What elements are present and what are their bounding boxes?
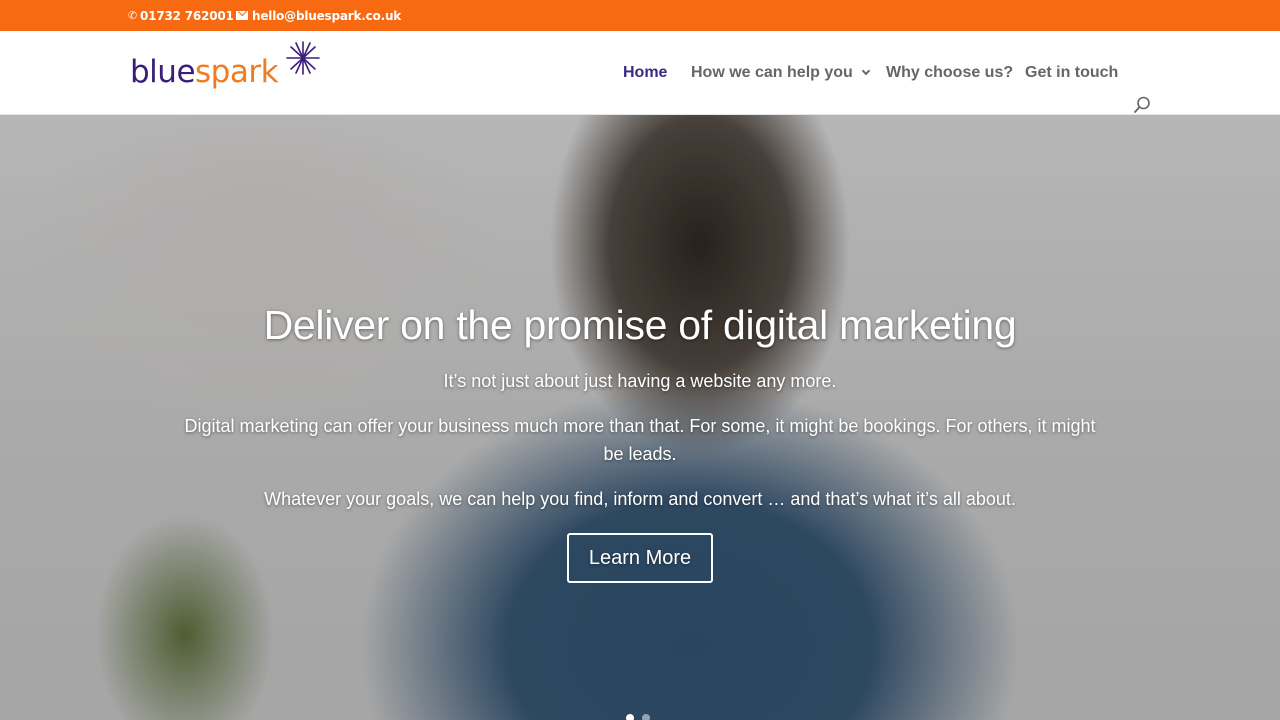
hero-title: Deliver on the promise of digital market… [263,302,1017,348]
phone-icon: ✆ [128,9,138,22]
slider-pagination [626,714,650,720]
hero-paragraph-2: Digital marketing can offer your busines… [184,416,1096,464]
nav-item-home[interactable]: Home [623,31,667,115]
email-link[interactable]: hello@bluespark.co.uk [236,0,401,31]
nav-item-why-choose-us[interactable]: Why choose us? [886,31,1013,115]
chevron-down-icon [861,66,871,76]
nav-item-get-in-touch[interactable]: Get in touch [1025,31,1118,115]
hero-paragraph-1: It’s not just about just having a websit… [443,371,837,391]
main-nav: Home How we can help you Why choose us? … [0,31,1280,115]
nav-help-label: How we can help you [691,64,853,81]
hero-paragraph-3: Whatever your goals, we can help you fin… [264,489,1016,509]
envelope-icon [236,11,248,20]
nav-item-how-we-can-help[interactable]: How we can help you [691,31,871,115]
nav-home-label: Home [623,64,668,81]
nav-touch-label: Get in touch [1025,64,1119,81]
nav-why-label: Why choose us? [886,64,1014,81]
slide-dot-1[interactable] [626,714,634,720]
slide-dot-2[interactable] [642,714,650,720]
search-icon[interactable] [1133,96,1151,114]
phone-link[interactable]: ✆ 01732 762001 [128,0,234,31]
phone-number: 01732 762001 [140,8,234,23]
email-address: hello@bluespark.co.uk [252,8,402,23]
top-bar: ✆ 01732 762001 hello@bluespark.co.uk [0,0,1280,31]
hero-slider: Deliver on the promise of digital market… [0,115,1280,720]
learn-more-button[interactable]: Learn More [567,533,713,583]
